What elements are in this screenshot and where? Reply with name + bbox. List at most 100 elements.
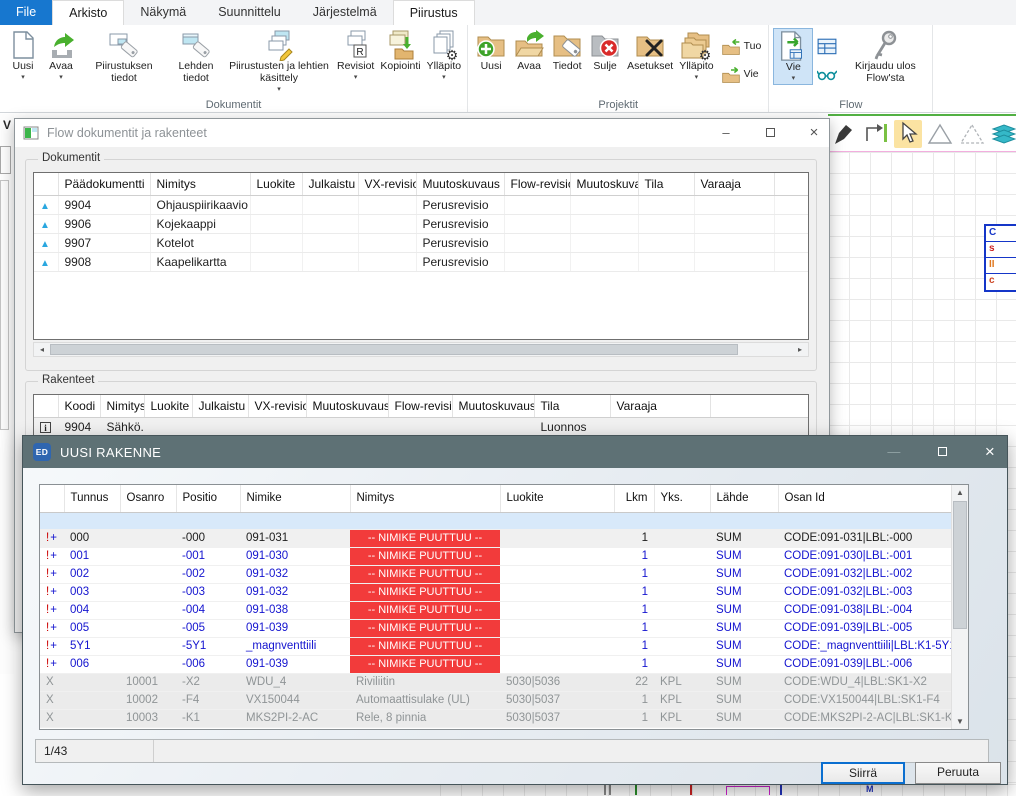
minimize-button[interactable]: – xyxy=(717,119,735,147)
part-row[interactable]: !+005-005091-039-- NIMIKE PUUTTUU --1SUM… xyxy=(40,619,953,637)
part-row[interactable]: !+000-000091-031-- NIMIKE PUUTTUU --1SUM… xyxy=(40,529,953,547)
dashed-triangle-tool-icon[interactable] xyxy=(958,120,986,148)
tab-nakyma[interactable]: Näkymä xyxy=(124,0,202,25)
pen-tool-icon[interactable] xyxy=(830,120,858,148)
column-header-l-hde[interactable]: Lähde xyxy=(710,485,778,512)
piirustuksen-tiedot-button[interactable]: Piirustuksen tiedot xyxy=(80,28,168,86)
part-row[interactable]: !+001-001091-030-- NIMIKE PUUTTUU --1SUM… xyxy=(40,547,953,565)
document-row[interactable]: ▲9907KotelotPerusrevisio xyxy=(34,234,809,253)
column-header-nimitys[interactable]: Nimitys xyxy=(350,485,500,512)
yll-pito-button[interactable]: ⚙Ylläpito▾ xyxy=(424,28,464,83)
column-header-lkm[interactable]: Lkm xyxy=(614,485,654,512)
column-header-muutoskuvaus[interactable]: Muutoskuvaus xyxy=(452,395,534,418)
vie-button[interactable]: Vie▾ xyxy=(773,28,813,85)
document-row[interactable]: ▲9908KaapelikarttaPerusrevisio xyxy=(34,253,809,272)
maximize-button[interactable] xyxy=(761,119,779,147)
column-header-positio[interactable]: Positio xyxy=(176,485,240,512)
column-header-muutoskuvaus[interactable]: Muutoskuvaus xyxy=(306,395,388,418)
document-row[interactable]: ▲9904OhjauspiirikaavioPerusrevisio xyxy=(34,196,809,215)
tab-piirustus[interactable]: Piirustus xyxy=(393,0,475,25)
vie-button[interactable]: Vie xyxy=(717,64,766,86)
scrollbar-thumb[interactable] xyxy=(50,344,738,355)
column-header-julkaistu[interactable]: Julkaistu xyxy=(302,173,358,196)
selected-empty-row[interactable] xyxy=(40,512,953,529)
part-row[interactable]: X10003-K1MKS2PI-2-ACRele, 8 pinnia5030|5… xyxy=(40,709,953,727)
part-row[interactable]: X10002-F4VX150044Automaattisulake (UL)50… xyxy=(40,691,953,709)
select-cursor-icon[interactable] xyxy=(894,120,922,148)
structure-row[interactable]: i9904Sähkö...Luonnos xyxy=(34,418,809,437)
minimize-button[interactable]: — xyxy=(885,436,903,468)
column-header-vx-revisio[interactable]: VX-revisio xyxy=(358,173,416,196)
part-row[interactable]: !+006-006091-039-- NIMIKE PUUTTUU --1SUM… xyxy=(40,655,953,673)
avaa-button[interactable]: Avaa xyxy=(510,28,548,74)
tiedot-button[interactable]: Tiedot xyxy=(548,28,586,74)
part-row[interactable]: !+004-004091-038-- NIMIKE PUUTTUU --1SUM… xyxy=(40,601,953,619)
column-header[interactable] xyxy=(34,173,58,196)
scroll-down-arrow[interactable]: ▼ xyxy=(952,714,968,729)
part-row[interactable]: X10001-X2WDU_4Riviliitin5030|503622KPLSU… xyxy=(40,673,953,691)
column-header-p-dokumentti[interactable]: Päädokumentti xyxy=(58,173,150,196)
part-row[interactable]: !+5Y1-5Y1_magnventtiili-- NIMIKE PUUTTUU… xyxy=(40,637,953,655)
scroll-left-arrow[interactable]: ◂ xyxy=(34,343,50,356)
column-header-varaaja[interactable]: Varaaja xyxy=(694,173,774,196)
column-header[interactable] xyxy=(34,395,58,418)
scroll-up-arrow[interactable]: ▲ xyxy=(952,485,968,500)
part-row[interactable]: !+003-003091-032-- NIMIKE PUUTTUU --1SUM… xyxy=(40,583,953,601)
revisiot-button[interactable]: RRevisiot▾ xyxy=(334,28,377,83)
piirustusten-ja-lehtien-k-sittely-button[interactable]: Piirustusten ja lehtien käsittely▾ xyxy=(224,28,334,94)
tab-jarjestelma[interactable]: Järjestelmä xyxy=(297,0,393,25)
column-header-julkaistu[interactable]: Julkaistu xyxy=(192,395,248,418)
column-header-tunnus[interactable]: Tunnus xyxy=(64,485,120,512)
column-header-muutoskuvaus[interactable]: Muutoskuvaus xyxy=(570,173,638,196)
tab-suunnittelu[interactable]: Suunnittelu xyxy=(202,0,297,25)
column-header-nimitys[interactable]: Nimitys xyxy=(150,173,250,196)
cancel-button[interactable]: Peruuta xyxy=(915,762,1001,784)
uusi-rakenne-titlebar[interactable]: ED UUSI RAKENNE — × xyxy=(23,436,1007,468)
column-header-luokite[interactable]: Luokite xyxy=(144,395,192,418)
yll-pito-button[interactable]: ⚙Ylläpito▾ xyxy=(676,28,716,83)
column-header-varaaja[interactable]: Varaaja xyxy=(610,395,710,418)
column-header-flow-revisio[interactable]: Flow-revisio xyxy=(504,173,570,196)
lehden-tiedot-button[interactable]: Lehden tiedot xyxy=(168,28,224,86)
column-header-koodi[interactable]: Koodi xyxy=(58,395,100,418)
kopiointi-button[interactable]: Kopiointi xyxy=(377,28,423,74)
uusi-button[interactable]: Uusi▾ xyxy=(4,28,42,83)
column-header-yks[interactable]: Yks. xyxy=(654,485,710,512)
kirjaudu-ulos-flow-sta-button[interactable]: Kirjaudu ulos Flow'sta xyxy=(841,28,929,86)
column-header-luokite[interactable]: Luokite xyxy=(250,173,302,196)
vertical-scrollbar[interactable]: ▲ ▼ xyxy=(951,485,968,729)
scrollbar-thumb[interactable] xyxy=(953,501,967,629)
maximize-button[interactable] xyxy=(933,436,951,468)
asetukset-button[interactable]: Asetukset xyxy=(624,28,676,74)
flow-view-button[interactable] xyxy=(813,64,841,86)
column-header-vx-revisio[interactable]: VX-revisio xyxy=(248,395,306,418)
column-header-muutoskuvaus[interactable]: Muutoskuvaus xyxy=(416,173,504,196)
column-header[interactable] xyxy=(40,485,64,512)
column-header-nimitys[interactable]: Nimitys xyxy=(100,395,144,418)
scroll-right-arrow[interactable]: ▸ xyxy=(792,343,808,356)
tab-arkisto[interactable]: Arkisto xyxy=(52,0,124,25)
move-tool-icon[interactable] xyxy=(862,120,890,148)
uusi-button[interactable]: Uusi xyxy=(472,28,510,74)
move-button[interactable]: Siirrä xyxy=(821,762,905,784)
tab-file[interactable]: File xyxy=(0,0,52,25)
column-header-osanro[interactable]: Osanro xyxy=(120,485,176,512)
column-header-tila[interactable]: Tila xyxy=(638,173,694,196)
avaa-button[interactable]: Avaa▾ xyxy=(42,28,80,83)
column-header-osan-id[interactable]: Osan Id xyxy=(778,485,953,512)
document-row[interactable]: ▲9906KojekaappiPerusrevisio xyxy=(34,215,809,234)
close-button[interactable]: × xyxy=(981,436,999,468)
triangle-tool-icon[interactable] xyxy=(926,120,954,148)
close-button[interactable]: × xyxy=(805,119,823,147)
layers-tool-icon[interactable] xyxy=(990,120,1016,148)
flow-dialog-titlebar[interactable]: Flow dokumentit ja rakenteet – × xyxy=(15,119,829,147)
part-row[interactable]: !+002-002091-032-- NIMIKE PUUTTUU --1SUM… xyxy=(40,565,953,583)
column-header-tila[interactable]: Tila xyxy=(534,395,610,418)
sulje-button[interactable]: Sulje xyxy=(586,28,624,74)
column-header-nimike[interactable]: Nimike xyxy=(240,485,350,512)
tuo-button[interactable]: Tuo xyxy=(717,36,766,58)
flow-window-button[interactable] xyxy=(813,36,841,58)
column-header-flow-revisio[interactable]: Flow-revisio xyxy=(388,395,452,418)
column-header-luokite[interactable]: Luokite xyxy=(500,485,614,512)
horizontal-scrollbar[interactable]: ◂ ▸ xyxy=(33,342,809,357)
